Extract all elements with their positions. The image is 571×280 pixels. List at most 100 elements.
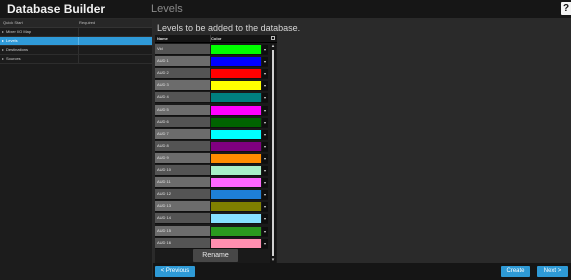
wizard-steps-sidebar: Quick Start Required ▸ Mixer I/O Map ▸ Leve… — [0, 19, 153, 280]
sidebar-item-levels[interactable]: ▸ Levels — [0, 37, 152, 46]
level-name-cell[interactable]: Vid — [155, 44, 210, 54]
color-swatch[interactable] — [211, 226, 261, 236]
level-name-cell[interactable]: AUD 2 — [155, 68, 210, 79]
color-swatch[interactable] — [211, 166, 261, 175]
level-name-cell[interactable]: AUD 10 — [155, 165, 210, 175]
app-window: Database Builder Levels ? Quick Start Re… — [0, 0, 571, 280]
color-dropdown-icon[interactable]: ▾ — [262, 57, 268, 67]
color-dropdown-icon[interactable]: ▾ — [262, 178, 268, 188]
color-swatch[interactable] — [211, 202, 261, 212]
table-row[interactable]: AUD 14 ▾ — [155, 213, 268, 225]
table-row[interactable]: AUD 5 ▾ — [155, 104, 268, 116]
table-row[interactable]: AUD 6 ▾ — [155, 116, 268, 128]
table-row[interactable]: AUD 8 ▾ — [155, 140, 268, 152]
column-header-name: Name — [157, 36, 168, 41]
color-dropdown-icon[interactable]: ▾ — [262, 69, 268, 79]
sidebar-item-sources[interactable]: ▸ Sources — [0, 55, 152, 64]
table-row[interactable]: AUD 10 ▾ — [155, 165, 268, 176]
color-dropdown-icon[interactable]: ▾ — [262, 190, 268, 200]
sidebar-item-label: Destinations — [6, 47, 29, 52]
table-row[interactable]: AUD 15 ▾ — [155, 225, 268, 237]
color-swatch[interactable] — [211, 57, 261, 67]
color-swatch[interactable] — [211, 190, 261, 200]
column-chooser-icon[interactable] — [271, 36, 275, 40]
sidebar-column-required: Required — [79, 20, 96, 25]
table-row[interactable]: AUD 16 ▾ — [155, 237, 268, 249]
table-row[interactable]: AUD 11 ▾ — [155, 177, 268, 189]
level-name-cell[interactable]: AUD 5 — [155, 104, 210, 115]
table-row[interactable]: AUD 12 ▾ — [155, 189, 268, 201]
column-header-color: Color — [211, 36, 222, 41]
level-name-cell[interactable]: AUD 3 — [155, 80, 210, 91]
sidebar-header: Quick Start Required — [0, 19, 152, 28]
level-name-cell[interactable]: AUD 6 — [155, 116, 210, 127]
color-dropdown-icon[interactable]: ▾ — [262, 93, 268, 103]
sidebar-item-label: Mixer I/O Map — [6, 29, 32, 34]
level-name-cell[interactable]: AUD 4 — [155, 92, 210, 103]
column-divider — [78, 37, 79, 45]
title-bar: Database Builder Levels ? — [0, 0, 571, 19]
previous-button[interactable]: < Previous — [155, 266, 195, 277]
column-divider — [78, 28, 79, 36]
color-swatch[interactable] — [211, 141, 261, 151]
color-dropdown-icon[interactable]: ▾ — [262, 117, 268, 127]
sidebar-item-destinations[interactable]: ▸ Destinations — [0, 46, 152, 55]
table-row[interactable]: AUD 9 ▾ — [155, 152, 268, 164]
create-button[interactable]: Create — [501, 266, 530, 277]
color-swatch[interactable] — [211, 178, 261, 188]
color-dropdown-icon[interactable]: ▾ — [262, 166, 268, 175]
color-swatch[interactable] — [211, 214, 261, 224]
color-dropdown-icon[interactable]: ▾ — [262, 141, 268, 151]
next-button[interactable]: Next > — [537, 266, 568, 277]
table-scrollbar[interactable]: ▴ ▾ — [270, 43, 276, 263]
rename-button[interactable]: Rename — [193, 249, 238, 262]
color-dropdown-icon[interactable]: ▾ — [262, 226, 268, 236]
color-swatch[interactable] — [211, 69, 261, 79]
color-swatch[interactable] — [211, 45, 261, 54]
level-name-cell[interactable]: AUD 7 — [155, 128, 210, 139]
level-name-cell[interactable]: AUD 9 — [155, 152, 210, 163]
table-row[interactable]: AUD 1 ▾ — [155, 56, 268, 68]
sidebar-item-label: Levels — [6, 38, 18, 43]
table-row[interactable]: Vid ▾ — [155, 44, 268, 55]
level-name-cell[interactable]: AUD 12 — [155, 189, 210, 200]
table-row[interactable]: AUD 3 ▾ — [155, 80, 268, 92]
table-row[interactable]: AUD 4 ▾ — [155, 92, 268, 104]
color-dropdown-icon[interactable]: ▾ — [262, 45, 268, 54]
color-swatch[interactable] — [211, 105, 261, 115]
section-title: Levels — [151, 3, 183, 15]
column-divider — [78, 46, 79, 54]
color-dropdown-icon[interactable]: ▾ — [262, 105, 268, 115]
level-name-cell[interactable]: AUD 1 — [155, 56, 210, 67]
table-row[interactable]: AUD 13 ▾ — [155, 201, 268, 213]
color-swatch[interactable] — [211, 81, 261, 91]
scroll-up-arrow-icon[interactable]: ▴ — [270, 43, 276, 49]
level-name-cell[interactable]: AUD 8 — [155, 140, 210, 151]
level-name-cell[interactable]: AUD 13 — [155, 201, 210, 212]
level-name-cell[interactable]: AUD 11 — [155, 177, 210, 188]
color-dropdown-icon[interactable]: ▾ — [262, 214, 268, 224]
color-swatch[interactable] — [211, 238, 261, 248]
color-dropdown-icon[interactable]: ▾ — [262, 202, 268, 212]
level-name-cell[interactable]: AUD 15 — [155, 225, 210, 236]
sidebar-item-label: Sources — [6, 56, 21, 61]
level-name-cell[interactable]: AUD 16 — [155, 237, 210, 248]
color-dropdown-icon[interactable]: ▾ — [262, 238, 268, 248]
color-swatch[interactable] — [211, 129, 261, 139]
sidebar-item-mixer-i-o-map[interactable]: ▸ Mixer I/O Map — [0, 28, 152, 37]
scroll-thumb[interactable] — [272, 50, 274, 256]
color-dropdown-icon[interactable]: ▾ — [262, 153, 268, 163]
expand-arrow-icon: ▸ — [2, 38, 5, 43]
color-dropdown-icon[interactable]: ▾ — [262, 129, 268, 139]
footer-bar: < Previous Create Next > — [153, 263, 571, 280]
expand-arrow-icon: ▸ — [2, 29, 5, 34]
table-row[interactable]: AUD 7 ▾ — [155, 128, 268, 140]
color-swatch[interactable] — [211, 117, 261, 127]
table-row[interactable]: AUD 2 ▾ — [155, 68, 268, 80]
color-swatch[interactable] — [211, 93, 261, 103]
color-swatch[interactable] — [211, 153, 261, 163]
level-name-cell[interactable]: AUD 14 — [155, 213, 210, 224]
color-dropdown-icon[interactable]: ▾ — [262, 81, 268, 91]
page-heading: Levels to be added to the database. — [157, 23, 301, 33]
help-button[interactable]: ? — [561, 2, 571, 15]
